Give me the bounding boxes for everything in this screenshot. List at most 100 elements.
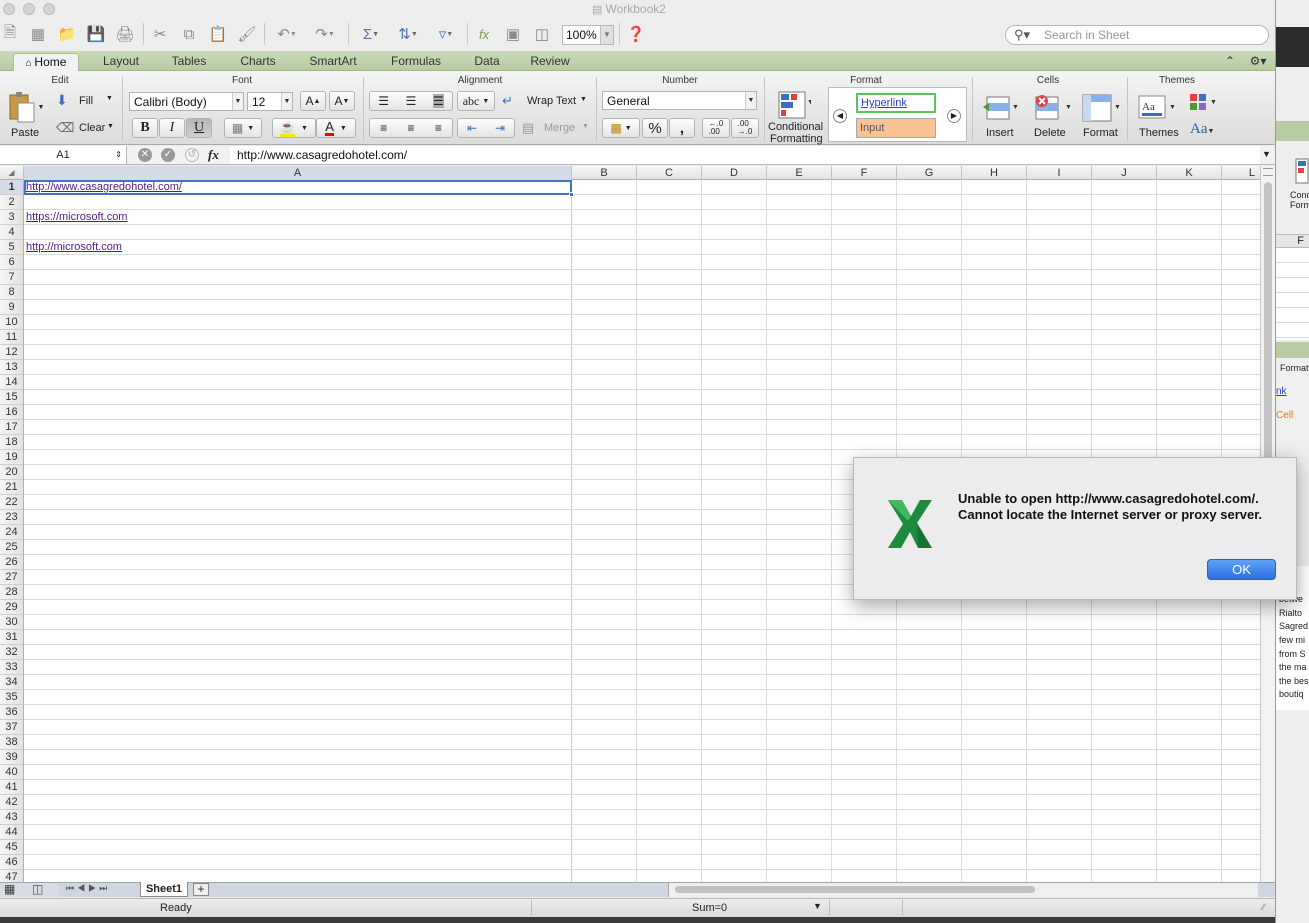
row-header[interactable]: 4 [0, 225, 23, 240]
themes-button[interactable]: Themes [1139, 127, 1179, 139]
decrease-indent-icon[interactable]: ⇤ [467, 121, 477, 135]
ribbon-settings-icon[interactable]: ⚙▾ [1245, 53, 1271, 71]
wrap-text-icon[interactable]: ↵ [502, 93, 513, 109]
column-header-i[interactable]: I [1027, 166, 1092, 180]
themes-icon[interactable]: Aa ▼ [1136, 93, 1178, 121]
fill-color-button[interactable]: ☕ ▼ [272, 118, 316, 138]
delete-button[interactable]: Delete [1034, 127, 1066, 139]
collapse-ribbon-icon[interactable]: ⌃ [1222, 53, 1238, 71]
fill-dropdown-icon[interactable]: ▼ [106, 95, 113, 102]
align-bottom-icon[interactable]: ☰ [432, 94, 444, 108]
page-layout-view-icon[interactable]: ◫ [32, 882, 43, 896]
row-header[interactable]: 30 [0, 615, 23, 630]
fill-button[interactable]: Fill [79, 95, 93, 107]
row-header[interactable]: 13 [0, 360, 23, 375]
tab-layout[interactable]: Layout [90, 53, 152, 71]
conditional-formatting-icon[interactable]: ▼ [774, 89, 814, 121]
row-header[interactable]: 25 [0, 540, 23, 555]
print-icon[interactable]: 🖨 [115, 24, 135, 44]
row-header[interactable]: 42 [0, 795, 23, 810]
align-left-icon[interactable]: ≡ [380, 121, 387, 135]
align-center-icon[interactable]: ≡ [407, 121, 414, 135]
format-painter-icon[interactable]: 🖌 [237, 24, 257, 44]
formula-builder-icon[interactable]: ↺ [185, 148, 199, 162]
cell-a1-hyperlink[interactable]: http://www.casagredohotel.com/ [26, 180, 182, 194]
styles-prev-icon[interactable]: ◀ [833, 109, 847, 123]
row-header[interactable]: 46 [0, 855, 23, 870]
borders-button[interactable]: ▦ ▼ [224, 118, 262, 138]
row-header[interactable]: 27 [0, 570, 23, 585]
fill-handle[interactable] [569, 192, 574, 197]
insert-cells-icon[interactable]: ▼ [980, 90, 1020, 124]
row-header[interactable]: 38 [0, 735, 23, 750]
column-header-e[interactable]: E [767, 166, 832, 180]
row-header[interactable]: 36 [0, 705, 23, 720]
sheet-tab-sheet1[interactable]: Sheet1 [140, 882, 188, 897]
row-header[interactable]: 3 [0, 210, 23, 225]
row-header[interactable]: 22 [0, 495, 23, 510]
clear-dropdown-icon[interactable]: ▼ [107, 123, 114, 130]
row-header[interactable]: 41 [0, 780, 23, 795]
undo-icon[interactable]: ↶ ▼ [272, 24, 302, 44]
copy-icon[interactable]: ⧉ [179, 24, 199, 44]
vertical-align-group[interactable]: ☰ ☰ ☰ [369, 91, 453, 111]
row-header[interactable]: 16 [0, 405, 23, 420]
horizontal-scrollbar[interactable] [668, 883, 1258, 897]
row-header[interactable]: 14 [0, 375, 23, 390]
format-cells-icon[interactable]: ▼ [1078, 90, 1122, 124]
sort-icon[interactable]: ⇅ ▼ [392, 24, 424, 44]
row-header[interactable]: 34 [0, 675, 23, 690]
zoom-select[interactable]: 100% ▼ [562, 25, 614, 45]
align-middle-icon[interactable]: ☰ [406, 94, 417, 108]
help-icon[interactable]: ❓ [626, 24, 646, 44]
row-header[interactable]: 1 [0, 180, 23, 195]
align-top-icon[interactable]: ☰ [378, 94, 389, 108]
styles-next-icon[interactable]: ▶ [947, 109, 961, 123]
row-header[interactable]: 28 [0, 585, 23, 600]
row-header[interactable]: 31 [0, 630, 23, 645]
save-icon[interactable]: 💾 [86, 24, 106, 44]
column-header-b[interactable]: B [572, 166, 637, 180]
row-header[interactable]: 17 [0, 420, 23, 435]
style-hyperlink[interactable]: Hyperlink [856, 93, 936, 113]
conditional-formatting-label-2[interactable]: Formatting [770, 133, 823, 145]
cut-icon[interactable]: ✂ [150, 24, 170, 44]
style-input[interactable]: Input [856, 118, 936, 138]
column-header-l[interactable]: L [1222, 166, 1262, 180]
tab-data[interactable]: Data [462, 53, 512, 71]
row-header[interactable]: 20 [0, 465, 23, 480]
orientation-button[interactable]: abc ▼ [457, 91, 495, 111]
decrease-decimal-button[interactable]: .00 →.0 [731, 118, 759, 138]
cell-a5-hyperlink[interactable]: http://microsoft.com [26, 240, 122, 254]
row-header[interactable]: 11 [0, 330, 23, 345]
column-header-a[interactable]: A [24, 166, 572, 180]
row-header[interactable]: 35 [0, 690, 23, 705]
column-header-d[interactable]: D [702, 166, 767, 180]
merge-button[interactable]: Merge [544, 122, 575, 134]
row-header[interactable]: 45 [0, 840, 23, 855]
filter-icon[interactable]: ▿ ▼ [430, 24, 462, 44]
font-name-select[interactable]: Calibri (Body) ▼ [129, 92, 244, 111]
font-size-select[interactable]: 12 ▼ [247, 92, 293, 111]
column-header-k[interactable]: K [1157, 166, 1222, 180]
column-header-j[interactable]: J [1092, 166, 1157, 180]
row-header[interactable]: 23 [0, 510, 23, 525]
expand-formula-icon[interactable]: ▼ [1262, 149, 1271, 159]
row-header[interactable]: 43 [0, 810, 23, 825]
gallery-icon[interactable]: ▣ [503, 24, 523, 44]
paste-icon[interactable]: 📋 [208, 24, 228, 44]
row-header[interactable]: 39 [0, 750, 23, 765]
fx-label[interactable]: fx [208, 147, 219, 163]
search-input[interactable]: ⚲▾ Search in Sheet [1005, 25, 1269, 45]
toolbox-icon[interactable]: ◫ [532, 24, 552, 44]
resize-grip-icon[interactable]: ∕∕ [1262, 902, 1265, 912]
cell-a3-hyperlink[interactable]: https://microsoft.com [26, 210, 127, 224]
tab-formulas[interactable]: Formulas [380, 53, 452, 71]
clear-button[interactable]: Clear [79, 122, 105, 134]
autosum-icon[interactable]: Σ ▼ [356, 24, 386, 44]
format-cells-button[interactable]: Format [1083, 127, 1118, 139]
add-sheet-button[interactable]: + [193, 883, 209, 896]
cancel-icon[interactable]: ✕ [138, 148, 152, 162]
column-header-f[interactable]: F [832, 166, 897, 180]
redo-icon[interactable]: ↷ ▼ [310, 24, 340, 44]
